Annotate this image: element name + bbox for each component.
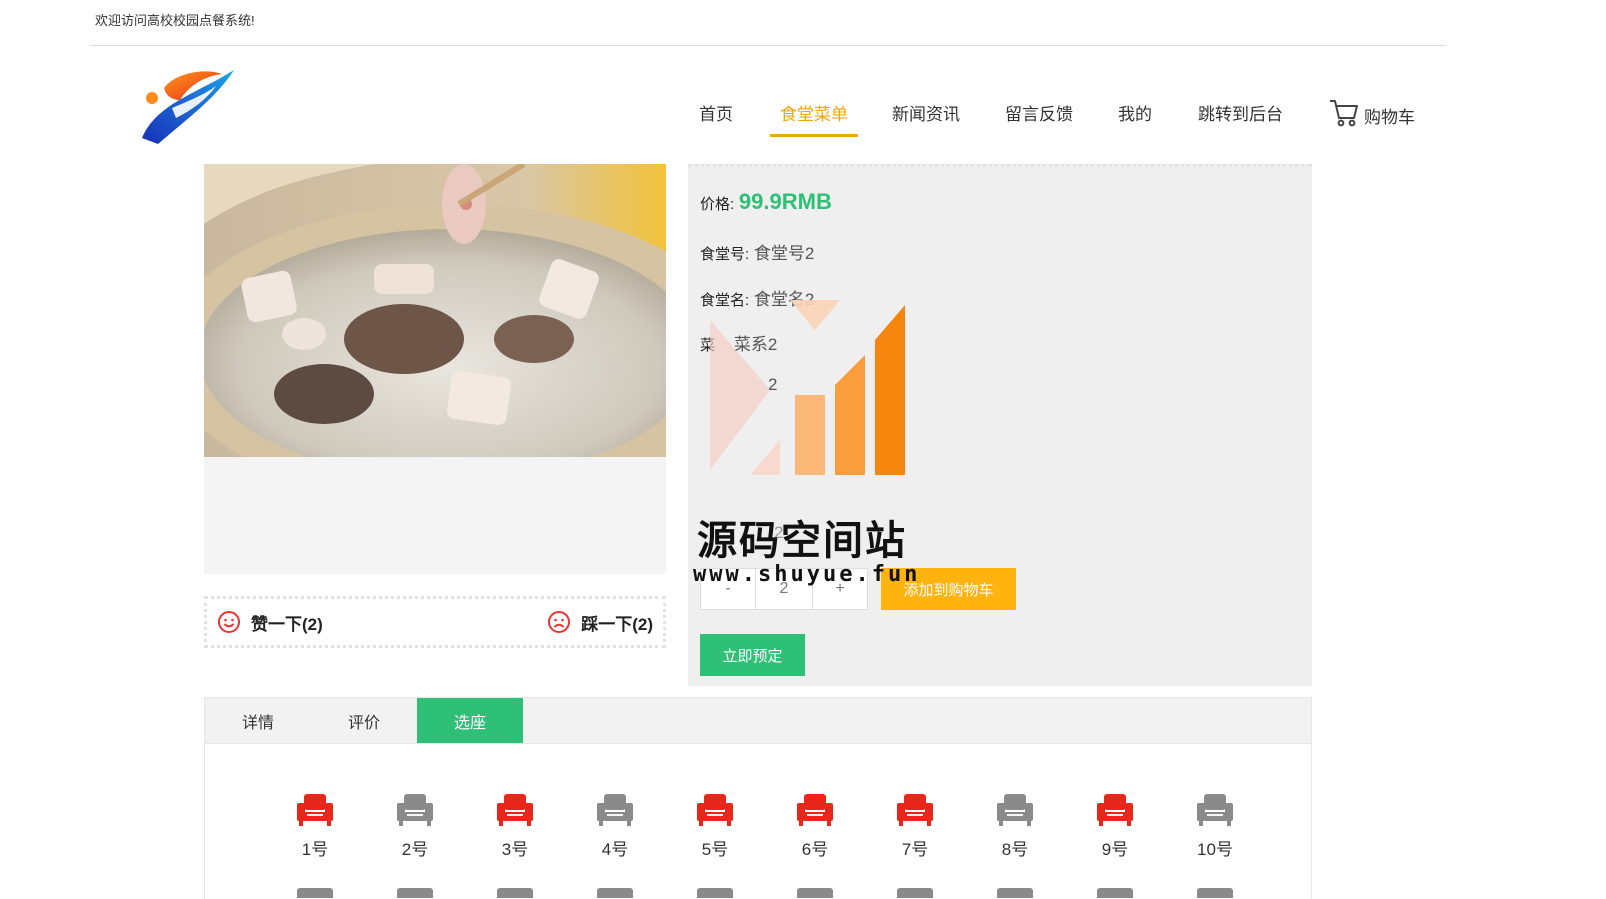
- vote-bar: 赞一下(2) 踩一下(2): [204, 596, 666, 648]
- canteen-no-value: 食堂号2: [753, 244, 815, 263]
- seat-6[interactable]: 6号: [785, 793, 845, 860]
- seat-icon: [1097, 794, 1133, 826]
- seat-icon: [997, 794, 1033, 826]
- detail-tabs: 详情 评价 选座 1号 2号 3号 4号 5号 6号 7号 8号 9号 10号: [204, 697, 1312, 899]
- header-divider: [90, 45, 1446, 46]
- seat-label: 2号: [401, 840, 429, 859]
- seat-icon: [597, 794, 633, 826]
- seat-label: 6号: [801, 840, 829, 859]
- obscured-value: 2: [768, 375, 778, 394]
- cuisine-key: 菜: [700, 337, 716, 354]
- tab-seat-select[interactable]: 选座: [417, 698, 523, 743]
- product-photo: [204, 164, 666, 457]
- seat-next-row[interactable]: [297, 888, 333, 898]
- nav-feedback[interactable]: 留言反馈: [1005, 100, 1073, 133]
- obscured-row: 2: [768, 375, 777, 395]
- seat-label: 10号: [1197, 840, 1233, 859]
- canteen-no-row: 食堂号: 食堂号2: [700, 239, 814, 264]
- seat-label: 3号: [501, 840, 529, 859]
- frown-icon: [548, 611, 571, 633]
- seat-icon: [397, 794, 433, 826]
- seat-next-row[interactable]: [797, 888, 833, 898]
- seat-label: 5号: [701, 840, 729, 859]
- seat-next-row[interactable]: [397, 888, 433, 898]
- cuisine-row: 菜 菜系2: [700, 330, 777, 355]
- canteen-name-value: 食堂名2: [753, 290, 815, 309]
- seat-next-row[interactable]: [1197, 888, 1233, 898]
- nav-mine[interactable]: 我的: [1118, 100, 1152, 133]
- seat-label: 1号: [301, 840, 329, 859]
- seat-label: 4号: [601, 840, 629, 859]
- seat-8[interactable]: 8号: [985, 793, 1045, 860]
- seat-label: 8号: [1001, 840, 1029, 859]
- dislike-button[interactable]: 踩一下(2): [547, 610, 653, 635]
- watermark-title: 源码空间站: [697, 519, 907, 563]
- seat-icon: [297, 794, 333, 826]
- price-row: 价格: 99.9RMB: [700, 189, 832, 215]
- seat-1[interactable]: 1号: [285, 793, 345, 860]
- tab-bar: 详情 评价 选座: [205, 698, 1311, 744]
- seat-next-row[interactable]: [1097, 888, 1133, 898]
- nav-news[interactable]: 新闻资讯: [892, 100, 960, 133]
- cart-icon: [1330, 100, 1358, 127]
- canteen-no-key: 食堂号:: [700, 246, 750, 263]
- like-button[interactable]: 赞一下(2): [217, 610, 323, 635]
- seat-4[interactable]: 4号: [585, 793, 645, 860]
- seat-label: 7号: [901, 840, 929, 859]
- seat-next-row[interactable]: [497, 888, 533, 898]
- cuisine-value: 菜系2: [733, 335, 778, 354]
- price-value: 99.9RMB: [738, 189, 832, 214]
- seat-3[interactable]: 3号: [485, 793, 545, 860]
- product-image-box: [204, 164, 666, 574]
- seat-next-row[interactable]: [697, 888, 733, 898]
- nav-cart[interactable]: 购物车: [1328, 98, 1415, 128]
- seat-next-row[interactable]: [997, 888, 1033, 898]
- seat-icon: [897, 794, 933, 826]
- seat-9[interactable]: 9号: [1085, 793, 1145, 860]
- watermark-url: www.shuyue.fun: [693, 562, 921, 587]
- like-label: 赞一下(2): [251, 614, 323, 634]
- tab-reviews[interactable]: 评价: [311, 698, 417, 743]
- seat-icon: [697, 794, 733, 826]
- seat-icon: [497, 794, 533, 826]
- cart-label: 购物车: [1364, 108, 1415, 127]
- seat-next-row[interactable]: [897, 888, 933, 898]
- book-now-button[interactable]: 立即预定: [700, 634, 805, 676]
- nav-home[interactable]: 首页: [699, 100, 733, 133]
- seat-2[interactable]: 2号: [385, 793, 445, 860]
- price-key: 价格:: [700, 196, 735, 213]
- product-info-panel: 价格: 99.9RMB 食堂号: 食堂号2 食堂名: 食堂名2 菜 菜系2 2 …: [688, 164, 1312, 686]
- dislike-label: 踩一下(2): [581, 614, 653, 634]
- seat-5[interactable]: 5号: [685, 793, 745, 860]
- canteen-name-row: 食堂名: 食堂名2: [700, 285, 814, 310]
- nav-canteen-menu[interactable]: 食堂菜单: [770, 100, 858, 137]
- seat-icon: [1197, 794, 1233, 826]
- tab-details[interactable]: 详情: [205, 698, 311, 743]
- seat-7[interactable]: 7号: [885, 793, 945, 860]
- canteen-name-key: 食堂名:: [700, 292, 750, 309]
- logo[interactable]: [136, 64, 240, 148]
- seat-10[interactable]: 10号: [1185, 793, 1245, 860]
- nav-admin[interactable]: 跳转到后台: [1198, 100, 1283, 133]
- seat-icon: [797, 794, 833, 826]
- seat-label: 9号: [1101, 840, 1129, 859]
- smile-icon: [218, 611, 240, 633]
- seat-next-row[interactable]: [597, 888, 633, 898]
- welcome-text: 欢迎访问高校校园点餐系统!: [95, 13, 255, 28]
